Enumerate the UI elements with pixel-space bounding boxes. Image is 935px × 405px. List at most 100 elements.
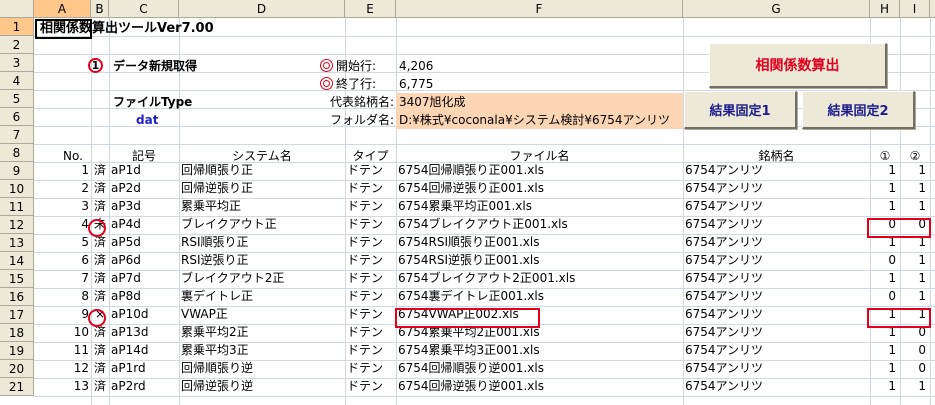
row-header-12[interactable]: 12 <box>0 216 34 234</box>
cell-stock[interactable]: 6754アンリツ <box>685 359 870 377</box>
cell-no[interactable]: 3 <box>34 197 89 215</box>
file-type-value[interactable]: dat <box>136 111 158 129</box>
cell-system[interactable]: 裏デイトレ正 <box>181 287 345 305</box>
cell-file[interactable]: 6754裏デイトレ正001.xls <box>398 287 683 305</box>
cell-status[interactable]: 済 <box>91 341 109 359</box>
cell-c2[interactable]: 1 <box>900 161 926 179</box>
cell-stock[interactable]: 6754アンリツ <box>685 215 870 233</box>
cell-code[interactable]: aP3d <box>111 197 179 215</box>
cell-status[interactable]: 済 <box>91 161 109 179</box>
cell-c1[interactable]: 1 <box>870 161 896 179</box>
row-header-2[interactable]: 2 <box>0 36 34 54</box>
cell-code[interactable]: aP4d <box>111 215 179 233</box>
row-header-16[interactable]: 16 <box>0 288 34 306</box>
cell-no[interactable]: 4 <box>34 215 89 233</box>
cell-system[interactable]: RSI逆張り正 <box>181 251 345 269</box>
cell-system[interactable]: ブレイクアウト2正 <box>181 269 345 287</box>
cell-file[interactable]: 6754回帰逆張り正001.xls <box>398 179 683 197</box>
cell-c2[interactable]: 0 <box>900 359 926 377</box>
cell-code[interactable]: aP1d <box>111 161 179 179</box>
cell-file[interactable]: 6754RSI逆張り正001.xls <box>398 251 683 269</box>
cell-no[interactable]: 8 <box>34 287 89 305</box>
cell-status[interactable]: 済 <box>91 179 109 197</box>
cell-system[interactable]: 累乗平均3正 <box>181 341 345 359</box>
row-header-15[interactable]: 15 <box>0 270 34 288</box>
cell-stock[interactable]: 6754アンリツ <box>685 341 870 359</box>
column-header-g[interactable]: G <box>683 0 870 18</box>
column-header-a[interactable]: A <box>34 0 91 18</box>
column-header-i[interactable]: I <box>900 0 930 18</box>
fix-result-2-button[interactable]: 結果固定2 <box>802 91 915 129</box>
cell-code[interactable]: aP14d <box>111 341 179 359</box>
cell-system[interactable]: 累乗平均正 <box>181 197 345 215</box>
cell-no[interactable]: 13 <box>34 377 89 395</box>
column-header-f[interactable]: F <box>396 0 683 18</box>
cell-c2[interactable]: 1 <box>900 251 926 269</box>
cell-c2[interactable]: 1 <box>900 377 926 395</box>
cell-system[interactable]: ブレイクアウト正 <box>181 215 345 233</box>
cell-stock[interactable]: 6754アンリツ <box>685 287 870 305</box>
start-row-value[interactable]: 4,206 <box>399 57 433 75</box>
cell-type[interactable]: ドテン <box>347 251 396 269</box>
calc-correlation-button[interactable]: 相関係数算出 <box>709 43 887 88</box>
cell-file[interactable]: 6754累乗平均正001.xls <box>398 197 683 215</box>
cell-c1[interactable]: 1 <box>870 197 896 215</box>
cell-file[interactable]: 6754回帰順張り正001.xls <box>398 161 683 179</box>
cell-no[interactable]: 1 <box>34 161 89 179</box>
cell-system[interactable]: 回帰逆張り正 <box>181 179 345 197</box>
row-header-18[interactable]: 18 <box>0 324 34 342</box>
cell-type[interactable]: ドテン <box>347 215 396 233</box>
cell-c1[interactable]: 1 <box>870 179 896 197</box>
column-header-j[interactable]: J <box>930 0 935 18</box>
cell-type[interactable]: ドテン <box>347 179 396 197</box>
cell-code[interactable]: aP2rd <box>111 377 179 395</box>
row-header-14[interactable]: 14 <box>0 252 34 270</box>
cell-stock[interactable]: 6754アンリツ <box>685 197 870 215</box>
cell-system[interactable]: 累乗平均2正 <box>181 323 345 341</box>
cell-code[interactable]: aP2d <box>111 179 179 197</box>
column-header-h[interactable]: H <box>870 0 900 18</box>
cell-no[interactable]: 9 <box>34 305 89 323</box>
cell-system[interactable]: 回帰順張り逆 <box>181 359 345 377</box>
folder-value[interactable]: D:¥株式¥coconala¥システム検討¥6754アンリツ <box>399 111 681 129</box>
cell-file[interactable]: 6754回帰順張り逆001.xls <box>398 359 683 377</box>
end-row-value[interactable]: 6,775 <box>399 75 433 93</box>
row-header-7[interactable]: 7 <box>0 126 34 144</box>
cell-type[interactable]: ドテン <box>347 377 396 395</box>
cell-c2[interactable]: 1 <box>900 179 926 197</box>
cell-type[interactable]: ドテン <box>347 197 396 215</box>
cell-stock[interactable]: 6754アンリツ <box>685 305 870 323</box>
row-header-17[interactable]: 17 <box>0 306 34 324</box>
cell-stock[interactable]: 6754アンリツ <box>685 179 870 197</box>
row-header-20[interactable]: 20 <box>0 360 34 378</box>
cell-code[interactable]: aP8d <box>111 287 179 305</box>
cell-c2[interactable]: 1 <box>900 197 926 215</box>
cell-c1[interactable]: 1 <box>870 269 896 287</box>
row-header-21[interactable]: 21 <box>0 378 34 396</box>
cell-no[interactable]: 7 <box>34 269 89 287</box>
cell-code[interactable]: aP1rd <box>111 359 179 377</box>
cell-no[interactable]: 5 <box>34 233 89 251</box>
cell-stock[interactable]: 6754アンリツ <box>685 161 870 179</box>
cell-file[interactable]: 6754累乗平均3正001.xls <box>398 341 683 359</box>
row-header-19[interactable]: 19 <box>0 342 34 360</box>
select-all-corner[interactable] <box>0 0 34 18</box>
ticker-value[interactable]: 3407旭化成 <box>399 93 466 111</box>
column-header-d[interactable]: D <box>179 0 345 18</box>
cell-stock[interactable]: 6754アンリツ <box>685 251 870 269</box>
cell-c1[interactable]: 1 <box>870 359 896 377</box>
cell-no[interactable]: 11 <box>34 341 89 359</box>
cell-c2[interactable]: 1 <box>900 269 926 287</box>
cell-status[interactable]: 済 <box>91 269 109 287</box>
cell-status[interactable]: 済 <box>91 251 109 269</box>
spreadsheet-grid[interactable]: ABCDEFGHIJ 12345678910111213141516171819… <box>0 0 935 405</box>
cell-stock[interactable]: 6754アンリツ <box>685 269 870 287</box>
cell-code[interactable]: aP7d <box>111 269 179 287</box>
column-header-c[interactable]: C <box>109 0 179 18</box>
cell-code[interactable]: aP13d <box>111 323 179 341</box>
column-header-b[interactable]: B <box>91 0 109 18</box>
cell-stock[interactable]: 6754アンリツ <box>685 377 870 395</box>
cell-type[interactable]: ドテン <box>347 161 396 179</box>
cell-type[interactable]: ドテン <box>347 287 396 305</box>
cell-type[interactable]: ドテン <box>347 359 396 377</box>
